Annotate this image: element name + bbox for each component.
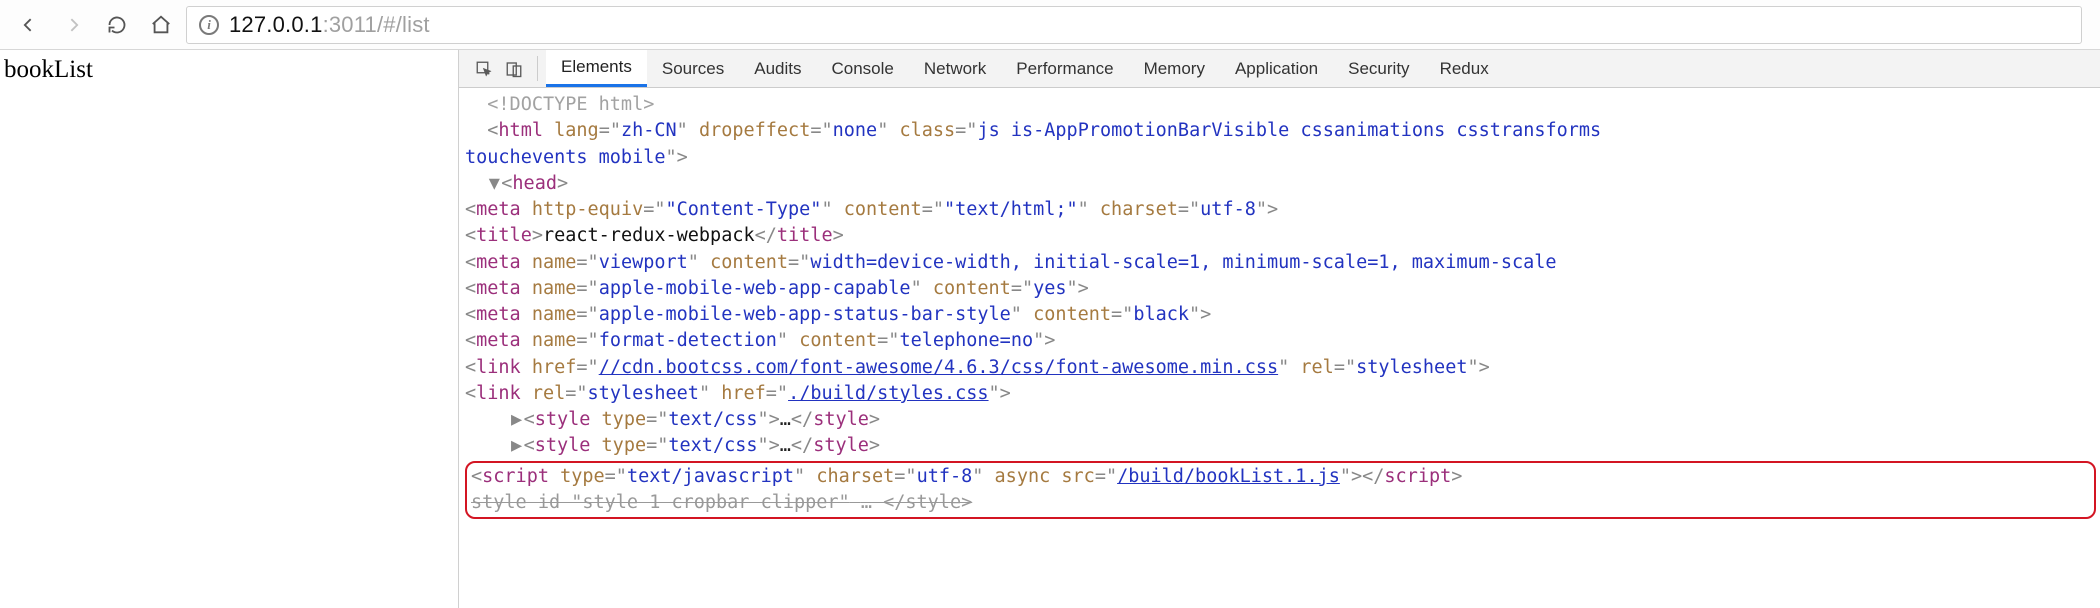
tree-line[interactable]: <link href="//cdn.bootcss.com/font-aweso… [465,355,2096,381]
tab-elements[interactable]: Elements [546,50,647,87]
tree-line[interactable]: ▼<head> [465,171,2096,197]
tab-redux[interactable]: Redux [1425,50,1504,87]
content-area: bookList Elements Sources Audits Console… [0,50,2100,608]
devtools-panel: Elements Sources Audits Console Network … [458,50,2100,608]
tab-application[interactable]: Application [1220,50,1333,87]
nav-icons [18,14,172,36]
tab-performance[interactable]: Performance [1001,50,1128,87]
browser-toolbar: i 127.0.0.1:3011/#/list [0,0,2100,50]
tree-line[interactable]: ▶<style type="text/css">…</style> [465,407,2096,433]
page-content: bookList [0,50,458,608]
elements-tree[interactable]: <!DOCTYPE html> <html lang="zh-CN" drope… [459,88,2100,608]
tree-line[interactable]: <meta name="viewport" content="width=dev… [465,250,2096,276]
tree-line[interactable]: <link rel="stylesheet" href="./build/sty… [465,381,2096,407]
clipped-line: style id "style 1 cropbar clipper" … </s… [471,490,2090,516]
device-toggle-icon[interactable] [499,50,529,87]
tree-line[interactable]: <meta name="apple-mobile-web-app-status-… [465,302,2096,328]
page-title: bookList [4,56,93,83]
url-text: 127.0.0.1:3011/#/list [229,12,430,38]
forward-icon[interactable] [62,14,84,36]
address-bar[interactable]: i 127.0.0.1:3011/#/list [186,6,2082,44]
tree-line[interactable]: <title>react-redux-webpack</title> [465,223,2096,249]
tab-network[interactable]: Network [909,50,1001,87]
reload-icon[interactable] [106,14,128,36]
tree-line[interactable]: <html lang="zh-CN" dropeffect="none" cla… [465,118,2096,144]
site-info-icon[interactable]: i [199,15,219,35]
back-icon[interactable] [18,14,40,36]
devtools-tabs: Elements Sources Audits Console Network … [459,50,2100,88]
highlighted-line[interactable]: <script type="text/javascript" charset="… [465,461,2096,520]
tree-line-cont: touchevents mobile"> [465,145,2096,171]
tree-line[interactable]: <meta name="format-detection" content="t… [465,328,2096,354]
tab-console[interactable]: Console [817,50,909,87]
tree-line[interactable]: <meta name="apple-mobile-web-app-capable… [465,276,2096,302]
tab-memory[interactable]: Memory [1129,50,1220,87]
tab-security[interactable]: Security [1333,50,1424,87]
tab-audits[interactable]: Audits [739,50,816,87]
inspect-icon[interactable] [469,50,499,87]
tree-line[interactable]: ▶<style type="text/css">…</style> [465,433,2096,459]
tab-sources[interactable]: Sources [647,50,739,87]
home-icon[interactable] [150,14,172,36]
tree-line[interactable]: <!DOCTYPE html> [465,92,2096,118]
tree-line[interactable]: <meta http-equiv=""Content-Type"" conten… [465,197,2096,223]
